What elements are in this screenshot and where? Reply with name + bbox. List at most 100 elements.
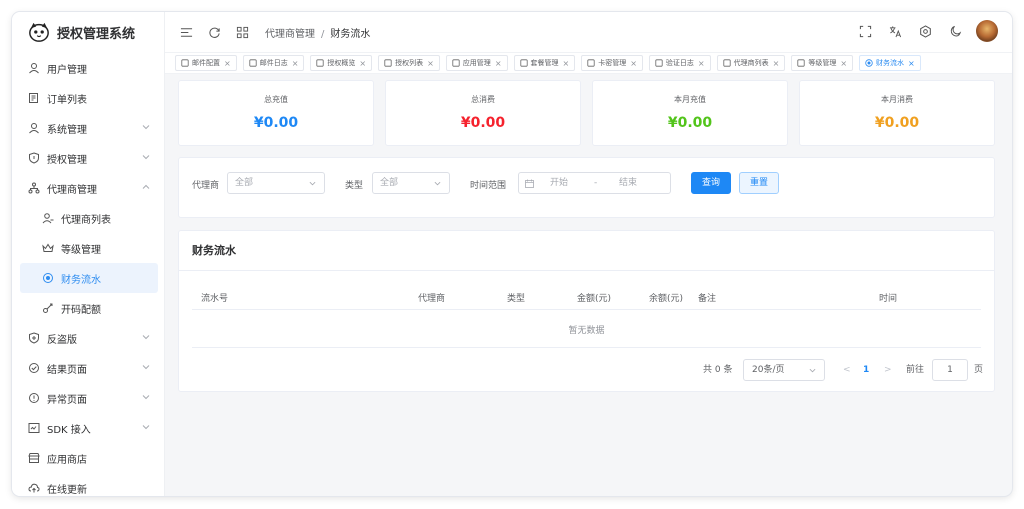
settings-icon[interactable]: [918, 24, 932, 38]
close-icon[interactable]: ×: [495, 59, 502, 68]
sidebar-item-orders[interactable]: 订单列表: [12, 83, 164, 113]
chevron-up-icon: [142, 184, 150, 189]
close-icon[interactable]: ×: [698, 59, 705, 68]
dot-circle-icon: [42, 272, 54, 284]
page-size-select[interactable]: 20条/页: [743, 359, 825, 381]
dot-circle-icon: [865, 59, 873, 67]
page-suffix: 页: [974, 365, 984, 375]
prev-page-button[interactable]: <: [843, 359, 851, 381]
sidebar-item-levels[interactable]: 等级管理: [12, 233, 164, 263]
fullscreen-icon[interactable]: [858, 24, 872, 38]
store-icon: [28, 452, 40, 464]
refresh-icon[interactable]: [207, 25, 221, 39]
logo[interactable]: 授权管理系统: [12, 12, 164, 52]
sidebar-item-auth[interactable]: 授权管理: [12, 143, 164, 173]
close-icon[interactable]: ×: [292, 59, 299, 68]
sidebar-item-quota[interactable]: 开码配额: [12, 293, 164, 323]
chevron-down-icon: [142, 335, 150, 340]
stat-label: 总充值: [264, 95, 288, 104]
time-range-label: 时间范围: [470, 181, 507, 191]
sidebar-item-finance[interactable]: 财务流水: [20, 263, 158, 293]
menu-toggle-icon[interactable]: [179, 25, 193, 39]
page-size-value: 20条/页: [752, 365, 785, 375]
sidebar-item-system[interactable]: 系统管理: [12, 113, 164, 143]
tab-5[interactable]: 应用管理 ×: [445, 55, 508, 71]
tab-2[interactable]: 邮件日志 ×: [242, 55, 305, 71]
org-tree-icon: [28, 182, 40, 194]
close-icon[interactable]: ×: [563, 59, 570, 68]
column-header: 备注: [698, 294, 717, 304]
sidebar-item-label: 代理商管理: [47, 184, 97, 196]
sidebar-item-label: 用户管理: [47, 64, 87, 76]
apps-grid-icon[interactable]: [235, 25, 249, 39]
reset-button[interactable]: 重置: [739, 172, 779, 194]
tab-7[interactable]: 卡密管理 ×: [581, 55, 643, 71]
tab-3[interactable]: 授权概览 ×: [310, 55, 373, 71]
range-start[interactable]: 开始: [550, 173, 568, 193]
page-number-current[interactable]: 1: [863, 359, 869, 381]
agent-label: 代理商: [192, 181, 220, 191]
tab-8[interactable]: 验证日志 ×: [648, 55, 711, 71]
tab-1[interactable]: 邮件配置 ×: [175, 55, 237, 71]
sidebar-item-app-store[interactable]: 应用商店: [12, 443, 164, 473]
top-header: 代理商管理 / 财务流水: [165, 12, 1012, 52]
sidebar-item-sdk[interactable]: SDK 接入: [12, 413, 164, 443]
order-list-icon: [28, 92, 40, 104]
sidebar-item-users[interactable]: 用户管理: [12, 53, 164, 83]
sidebar: 授权管理系统 用户管理 订单列表 系统管理 授权管理 代理商管理 代理商列表 等…: [12, 12, 165, 496]
agent-select[interactable]: 全部: [227, 172, 325, 194]
tab-10[interactable]: 等级管理 ×: [791, 55, 854, 71]
chevron-down-icon: [142, 365, 150, 370]
sidebar-item-label: 应用商店: [47, 454, 87, 466]
close-icon[interactable]: ×: [224, 59, 231, 68]
sidebar-item-label: 在线更新: [47, 484, 87, 496]
finance-table-panel: 财务流水 流水号 代理商 类型 金额(元) 余额(元) 备注 时间 暂无数据 共…: [178, 230, 995, 392]
body-divider: [192, 347, 981, 348]
close-icon[interactable]: ×: [359, 59, 366, 68]
tab-label: 授权概览: [327, 59, 356, 67]
tab-11[interactable]: 财务流水 ×: [859, 55, 921, 71]
doc-icon: [655, 59, 663, 67]
sidebar-item-agent-list[interactable]: 代理商列表: [12, 203, 164, 233]
date-range-picker[interactable]: 开始 - 结束: [518, 172, 671, 194]
cloud-upload-icon: [28, 482, 40, 494]
tab-4[interactable]: 授权列表 ×: [378, 55, 440, 71]
type-select[interactable]: 全部: [372, 172, 450, 194]
sidebar-item-error-pages[interactable]: 异常页面: [12, 383, 164, 413]
tab-label: 邮件日志: [259, 59, 288, 67]
main-content: 代理商管理 / 财务流水 邮件配置 × 邮件日志 × 授权概览 × 授权列表 × 应用管理 × 套餐管理…: [165, 12, 1012, 496]
close-icon[interactable]: ×: [773, 59, 780, 68]
range-end[interactable]: 结束: [619, 173, 637, 193]
range-separator: -: [594, 178, 598, 188]
sidebar-item-agents[interactable]: 代理商管理: [12, 173, 164, 203]
close-icon[interactable]: ×: [908, 59, 915, 68]
sidebar-item-label: 异常页面: [47, 394, 87, 406]
sidebar-item-result-pages[interactable]: 结果页面: [12, 353, 164, 383]
chevron-down-icon: [142, 395, 150, 400]
tab-label: 代理商列表: [733, 59, 769, 67]
breadcrumb-current: 财务流水: [330, 28, 371, 40]
close-icon[interactable]: ×: [840, 59, 847, 68]
close-icon[interactable]: ×: [427, 59, 434, 68]
chevron-down-icon: [309, 181, 316, 186]
next-page-button[interactable]: >: [884, 359, 892, 381]
calendar-icon: [525, 179, 534, 188]
goto-page-input[interactable]: 1: [932, 359, 968, 381]
tab-label: 卡密管理: [598, 59, 627, 67]
column-header: 流水号: [201, 294, 229, 304]
translate-icon[interactable]: [888, 24, 902, 38]
close-icon[interactable]: ×: [630, 59, 637, 68]
sidebar-item-online-update[interactable]: 在线更新: [12, 473, 164, 496]
user-icon: [28, 122, 40, 134]
tab-6[interactable]: 套餐管理 ×: [513, 55, 576, 71]
tab-9[interactable]: 代理商列表 ×: [716, 55, 786, 71]
avatar[interactable]: [976, 20, 998, 42]
stat-label: 本月充值: [674, 95, 706, 104]
dark-mode-icon[interactable]: [948, 24, 962, 38]
user-icon: [28, 62, 40, 74]
sidebar-item-antipiracy[interactable]: 反盗版: [12, 323, 164, 353]
breadcrumb-item[interactable]: 代理商管理: [265, 29, 315, 40]
query-button[interactable]: 查询: [691, 172, 731, 194]
tab-label: 验证日志: [665, 59, 694, 67]
filter-panel: 代理商 全部 类型 全部 时间范围 开始 - 结束 查询 重置: [178, 157, 995, 218]
